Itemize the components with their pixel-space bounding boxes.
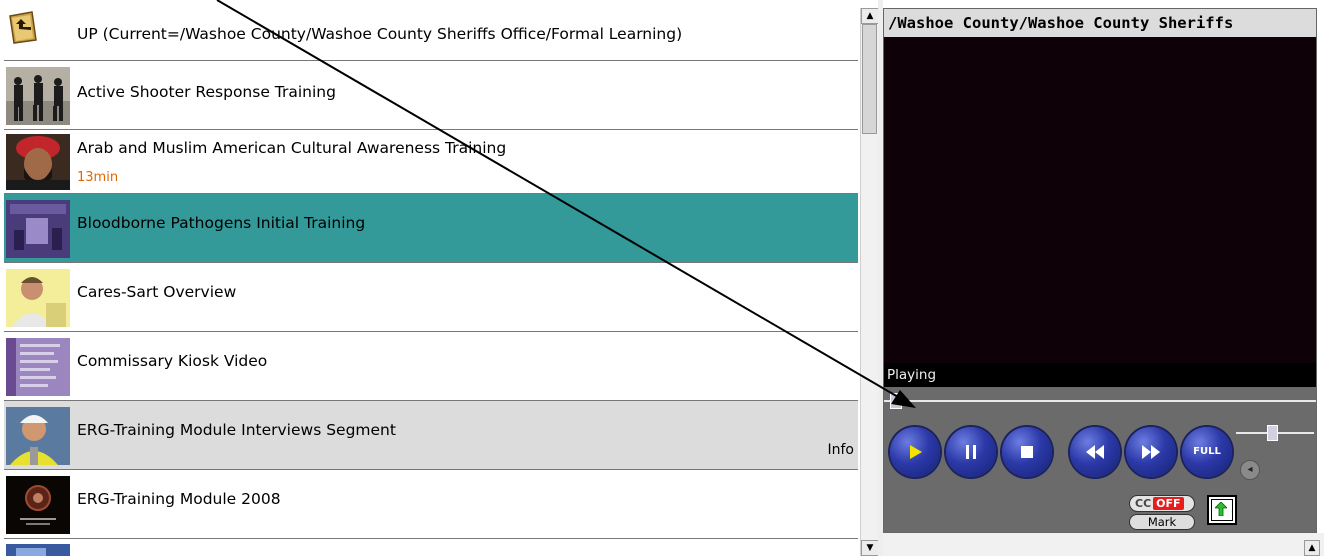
list-item[interactable]: Arab and Muslim American Cultural Awaren…	[4, 130, 858, 194]
folder-up-icon	[8, 10, 38, 44]
seek-track	[884, 400, 1316, 402]
fast-forward-button[interactable]	[1126, 427, 1176, 477]
player-status: Playing	[884, 363, 1316, 387]
list-item-title: Active Shooter Response Training	[77, 83, 336, 101]
full-label: FULL	[1193, 446, 1221, 457]
list-item-title: Arab and Muslim American Cultural Awaren…	[77, 139, 507, 157]
player-title: /Washoe County/Washoe County Sheriffs	[884, 9, 1316, 37]
seek-bar[interactable]	[884, 387, 1316, 415]
cc-toggle[interactable]: CC OFF	[1129, 495, 1195, 512]
list-item-up[interactable]: UP (Current=/Washoe County/Washoe County…	[4, 0, 858, 61]
pause-icon	[966, 445, 976, 459]
scroll-up-arrow-icon[interactable]: ▲	[1304, 540, 1320, 556]
video-player: /Washoe County/Washoe County Sheriffs Pl…	[883, 8, 1317, 533]
volume-knob[interactable]	[1266, 425, 1278, 441]
list-item-title: ERG-Training Module 2008	[77, 490, 281, 508]
media-list: UP (Current=/Washoe County/Washoe County…	[0, 0, 860, 556]
rewind-icon	[1086, 445, 1104, 459]
player-scrollbar[interactable]: ▲	[883, 533, 1324, 556]
list-item-title: Cares-Sart Overview	[77, 283, 237, 301]
info-link[interactable]: Info	[828, 442, 855, 458]
list-item[interactable]: Cares-Sart Overview	[4, 263, 858, 332]
green-arrow-icon	[1215, 502, 1227, 516]
video-thumbnail	[6, 407, 70, 465]
list-item-selected[interactable]: Bloodborne Pathogens Initial Training	[4, 194, 858, 263]
list-item-title: Bloodborne Pathogens Initial Training	[77, 214, 366, 232]
play-icon	[910, 445, 922, 459]
list-item[interactable]: Active Shooter Response Training	[4, 61, 858, 130]
export-button[interactable]	[1207, 495, 1237, 525]
pause-button[interactable]	[946, 427, 996, 477]
scroll-up-arrow-icon[interactable]: ▲	[861, 8, 879, 24]
play-button[interactable]	[890, 427, 940, 477]
video-thumbnail	[6, 476, 70, 534]
fullscreen-button[interactable]: FULL	[1182, 427, 1232, 477]
list-item[interactable]: ERG-Training Module 2008	[4, 470, 858, 539]
video-area[interactable]	[884, 37, 1316, 363]
video-thumbnail	[6, 338, 70, 396]
fast-forward-icon	[1142, 445, 1160, 459]
list-item-title: UP (Current=/Washoe County/Washoe County…	[77, 25, 683, 43]
duration-label: 13min	[77, 170, 119, 185]
rewind-button[interactable]	[1070, 427, 1120, 477]
video-thumbnail	[6, 269, 70, 327]
video-thumbnail	[6, 200, 70, 258]
cc-label: CC	[1135, 497, 1152, 510]
list-item[interactable]: Commissary Kiosk Video	[4, 332, 858, 401]
stop-icon	[1021, 446, 1033, 458]
stop-button[interactable]	[1002, 427, 1052, 477]
video-thumbnail	[6, 544, 70, 556]
cc-state: OFF	[1153, 497, 1184, 510]
video-thumbnail	[6, 134, 70, 192]
mark-button[interactable]: Mark	[1129, 514, 1195, 530]
list-item-title: Commissary Kiosk Video	[77, 352, 268, 370]
scroll-down-arrow-icon[interactable]: ▼	[861, 540, 879, 556]
list-scrollbar[interactable]: ▲ ▼	[860, 8, 879, 556]
list-item[interactable]	[4, 539, 858, 556]
seek-knob[interactable]	[890, 393, 903, 409]
video-thumbnail	[6, 67, 70, 125]
list-item-hovered[interactable]: ERG-Training Module Interviews Segment I…	[4, 401, 858, 470]
list-item-title: ERG-Training Module Interviews Segment	[77, 421, 396, 439]
speaker-icon[interactable]: ◂	[1240, 460, 1260, 480]
player-controls: FULL ◂ CC OFF Mark	[884, 415, 1316, 532]
scrollbar-thumb[interactable]	[862, 24, 877, 134]
